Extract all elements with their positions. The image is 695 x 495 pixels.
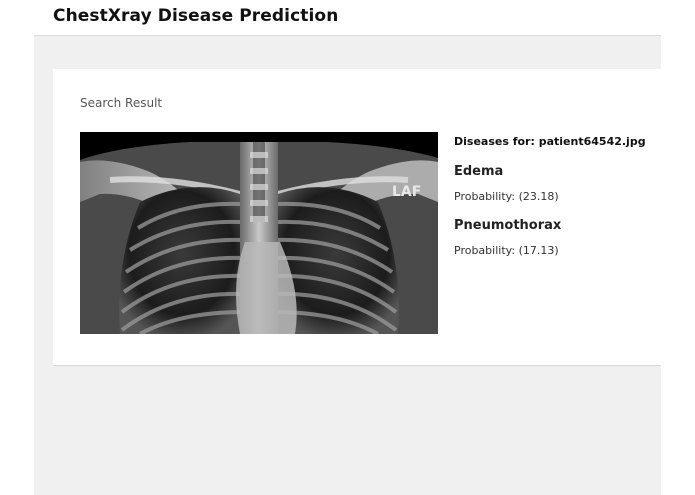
prediction-results: Diseases for: patient64542.jpg Edema Pro… — [454, 135, 654, 272]
chest-xray-image: LAF — [80, 132, 438, 334]
disease-probability: Probability: (17.13) — [454, 244, 654, 257]
diseases-for-line: Diseases for: patient64542.jpg — [454, 135, 654, 148]
search-result-heading: Search Result — [80, 96, 163, 110]
diseases-for-label: Diseases for: — [454, 135, 535, 148]
disease-probability: Probability: (23.18) — [454, 190, 654, 203]
probability-value: (23.18) — [518, 190, 559, 203]
xray-graphic: LAF — [80, 132, 438, 334]
probability-label: Probability: — [454, 190, 516, 203]
search-result-card: Search Result LAF Diseases for: patient6… — [53, 69, 661, 366]
image-filename: patient64542.jpg — [538, 135, 646, 148]
app-title: ChestXray Disease Prediction — [53, 6, 339, 26]
disease-name: Edema — [454, 164, 504, 179]
probability-value: (17.13) — [518, 244, 559, 257]
xray-side-marker: LAF — [392, 184, 421, 200]
disease-name: Pneumothorax — [454, 218, 562, 233]
probability-label: Probability: — [454, 244, 516, 257]
